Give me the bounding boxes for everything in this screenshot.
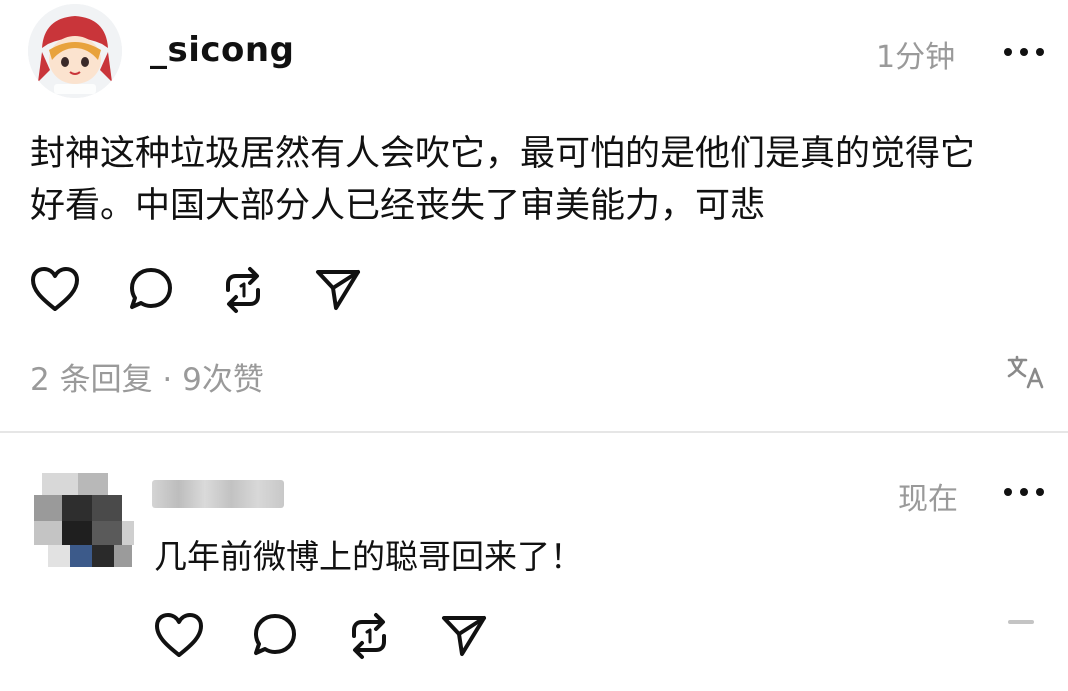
translate-icon[interactable] xyxy=(1006,354,1046,390)
post-text-line1: 封神这种垃圾居然有人会吹它，最可怕的是他们是真的觉得它 xyxy=(30,134,976,174)
reply-username-blurred[interactable] xyxy=(152,480,284,508)
comment-icon[interactable] xyxy=(126,266,176,314)
divider xyxy=(0,431,1068,433)
repost-icon[interactable] xyxy=(218,264,268,316)
dot xyxy=(1004,488,1012,496)
dot xyxy=(1020,488,1028,496)
reply-more-button[interactable] xyxy=(1004,486,1044,498)
translate-icon-partial[interactable] xyxy=(1008,620,1034,624)
dot xyxy=(1036,488,1044,496)
dot xyxy=(1004,48,1012,56)
comment-icon[interactable] xyxy=(250,612,300,660)
share-icon[interactable] xyxy=(314,266,362,312)
dot xyxy=(1036,48,1044,56)
post-body: 封神这种垃圾居然有人会吹它，最可怕的是他们是真的觉得它 好看。中国大部分人已经丧… xyxy=(30,128,1050,232)
reply-body: 几年前微博上的聪哥回来了！ xyxy=(154,537,583,576)
heart-icon[interactable] xyxy=(30,266,80,312)
post-text-line2: 好看。中国大部分人已经丧失了审美能力，可悲 xyxy=(30,186,766,226)
post-stats[interactable]: 2 条回复 · 9次赞 xyxy=(30,354,264,399)
heart-icon[interactable] xyxy=(154,612,204,658)
reply-timestamp: 现在 xyxy=(898,482,958,517)
reply-avatar[interactable] xyxy=(28,465,136,573)
post-avatar[interactable] xyxy=(28,4,122,98)
post-username[interactable]: _sicong xyxy=(150,30,294,70)
post-timestamp: 1分钟 xyxy=(876,40,956,75)
repost-icon[interactable] xyxy=(344,610,394,662)
dot xyxy=(1020,48,1028,56)
share-icon[interactable] xyxy=(440,612,488,658)
post-more-button[interactable] xyxy=(1004,46,1044,58)
